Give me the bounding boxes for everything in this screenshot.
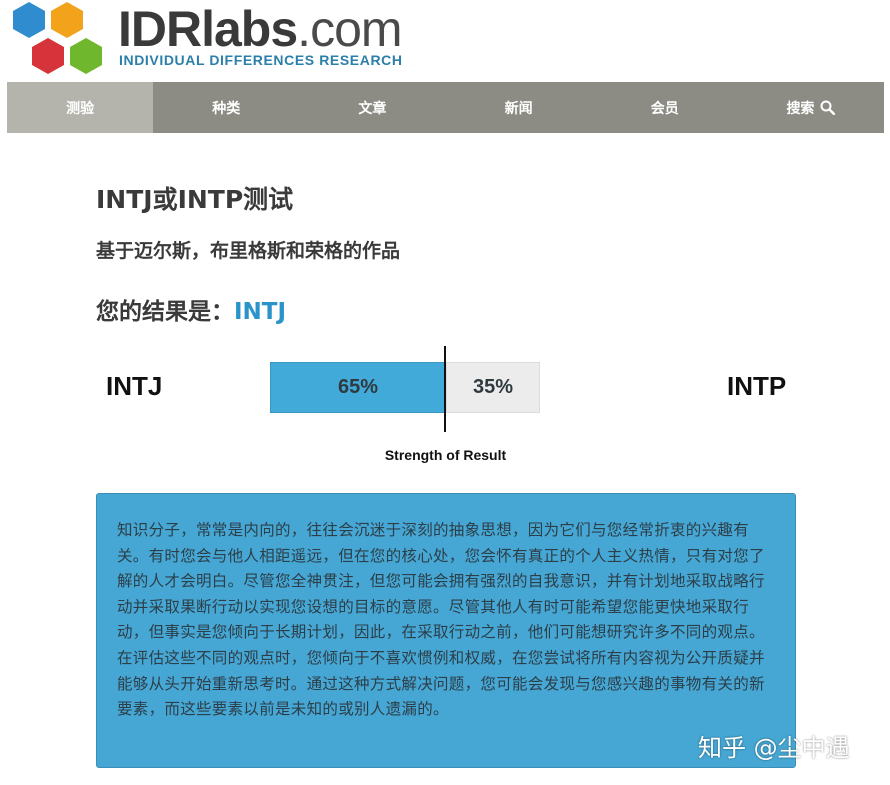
nav-item-tests[interactable]: 测验 [7,82,154,133]
result-value: INTJ [234,299,287,325]
nav-item-articles[interactable]: 文章 [299,82,445,133]
strength-right-label: INTP [727,371,787,401]
logo-wordmark[interactable]: IDRlabs.com [118,1,403,57]
nav-item-types[interactable]: 种类 [153,82,299,133]
page-subtitle: 基于迈尔斯，布里格斯和荣格的作品 [96,240,401,262]
nav-item-label: 搜索 [786,100,815,117]
nav-item-label: 测验 [66,100,95,117]
logo-tagline: INDIVIDUAL DIFFERENCES RESEARCH [119,52,403,68]
nav-item-label: 会员 [650,100,679,117]
nav-item-search[interactable]: 搜索 [738,82,884,133]
strength-left-label: INTJ [106,371,163,401]
page-title: INTJ或INTP测试 [96,185,294,214]
nav-item-members[interactable]: 会员 [592,82,738,133]
logo-name-light: .com [297,1,402,57]
strength-right-percent: 35% [472,376,514,398]
nav-item-label: 文章 [358,100,387,117]
site-header: IDRlabs.com INDIVIDUAL DIFFERENCES RESEA… [0,0,890,82]
strength-bar-left-segment: 65% [270,362,446,413]
strength-left-percent: 65% [337,376,379,398]
result-prefix: 您的结果是： [96,299,234,325]
result-heading: 您的结果是：INTJ [96,292,286,326]
nav-item-label: 新闻 [504,100,533,117]
strength-bar: 65% 35% [270,362,540,413]
logo-name-bold: IDRlabs [118,1,298,57]
nav-item-label: 种类 [212,100,241,117]
result-description-box: 知识分子，常常是内向的，往往会沉迷于深刻的抽象思想，因为它们与您经常折衷的兴趣有… [96,493,796,768]
logo-hexagons-icon[interactable] [6,0,112,80]
result-description: 知识分子，常常是内向的，往往会沉迷于深刻的抽象思想，因为它们与您经常折衷的兴趣有… [117,521,765,719]
search-icon [820,100,836,115]
strength-bar-right-segment: 35% [446,362,540,413]
nav-item-news[interactable]: 新闻 [446,82,592,133]
strength-bar-divider [444,346,446,432]
watermark: 知乎 @尘中遇 [698,734,850,762]
main-nav: 测验 种类 文章 新闻 会员 搜索 [7,82,884,133]
strength-caption: Strength of Result [384,447,507,463]
